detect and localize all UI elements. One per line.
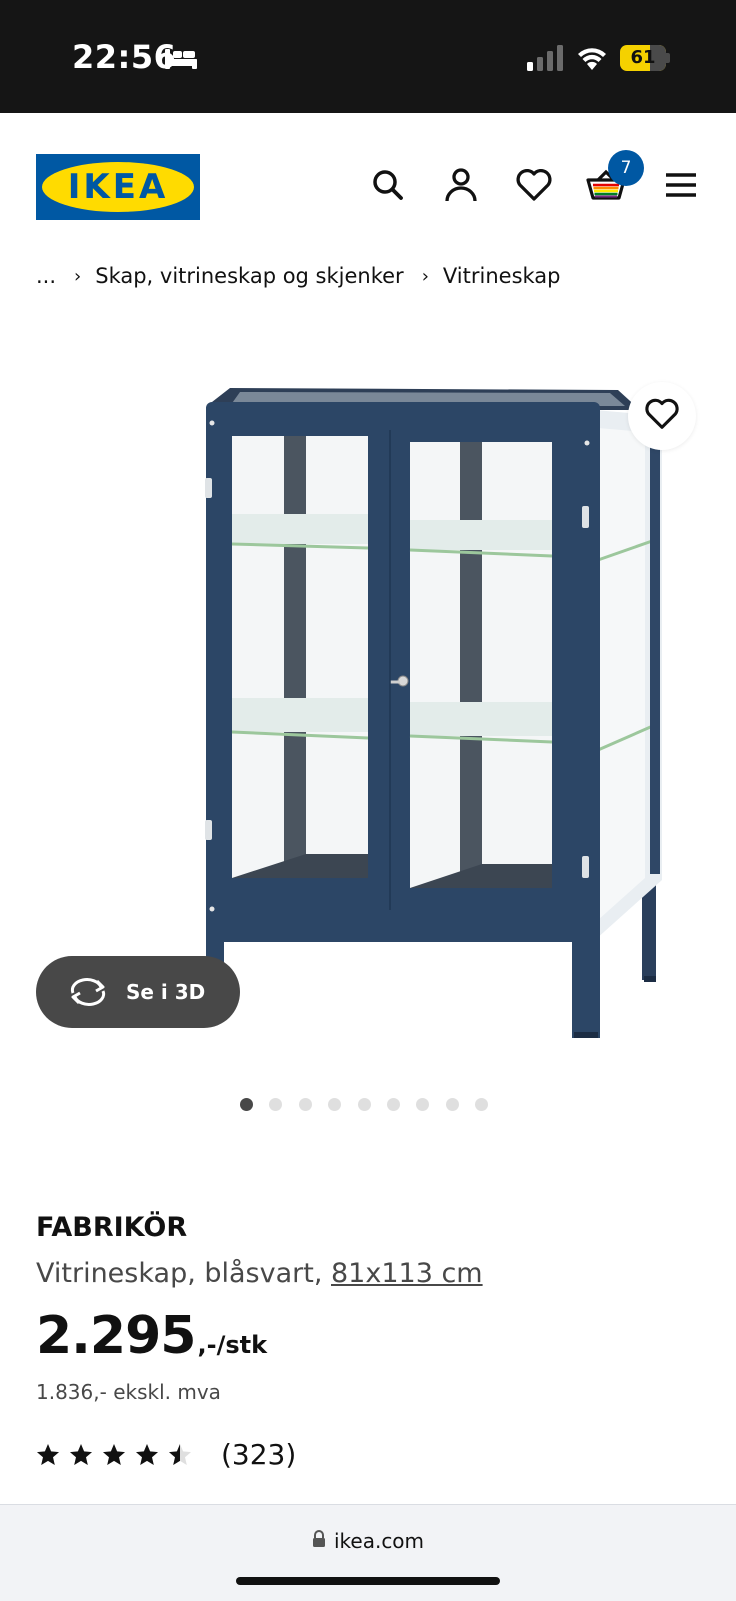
review-count: (323) bbox=[221, 1438, 297, 1471]
gallery-dot[interactable] bbox=[269, 1098, 283, 1111]
heart-icon[interactable] bbox=[514, 165, 554, 205]
breadcrumb: ... › Skap, vitrineskap og skjenker › Vi… bbox=[36, 264, 561, 288]
star-icon bbox=[37, 1443, 59, 1465]
bed-icon bbox=[164, 45, 198, 75]
chevron-right-icon: › bbox=[74, 265, 82, 287]
product-type: Vitrineskap, blåsvart, bbox=[36, 1258, 331, 1289]
product-description: Vitrineskap, blåsvart, 81x113 cm bbox=[36, 1258, 483, 1289]
search-icon[interactable] bbox=[368, 165, 408, 205]
gallery-dot[interactable] bbox=[298, 1098, 312, 1111]
star-icon bbox=[136, 1443, 158, 1465]
product-name: FABRIKÖR bbox=[36, 1212, 188, 1243]
gallery-dot[interactable] bbox=[445, 1098, 459, 1111]
status-time: 22:56 bbox=[72, 38, 177, 76]
url-display: ikea.com bbox=[0, 1529, 736, 1553]
lock-icon bbox=[312, 1529, 326, 1553]
gallery-dot[interactable] bbox=[357, 1098, 371, 1111]
price-amount: 2.295 bbox=[36, 1306, 196, 1366]
gallery-dot[interactable] bbox=[328, 1098, 342, 1111]
signal-icon bbox=[526, 44, 564, 76]
browser-address-bar[interactable]: ikea.com bbox=[0, 1504, 736, 1601]
add-to-favourites-button[interactable] bbox=[628, 382, 696, 450]
battery-level: 61 bbox=[630, 47, 656, 68]
gallery-pagination bbox=[240, 1098, 505, 1111]
star-icon bbox=[103, 1443, 125, 1465]
rating-stars bbox=[36, 1443, 201, 1467]
menu-icon[interactable] bbox=[661, 165, 701, 205]
ikea-logo[interactable]: IKEA bbox=[36, 154, 200, 220]
cart-count-badge: 7 bbox=[608, 150, 644, 186]
heart-icon bbox=[643, 395, 681, 437]
star-icon bbox=[70, 1443, 92, 1465]
battery-icon: 61 bbox=[620, 45, 670, 71]
product-price: 2.295 ,-/stk bbox=[36, 1306, 267, 1366]
gallery-dot[interactable] bbox=[475, 1098, 489, 1111]
url-text: ikea.com bbox=[333, 1529, 425, 1553]
breadcrumb-ellipsis[interactable]: ... bbox=[36, 264, 56, 288]
gallery-dot[interactable] bbox=[240, 1098, 253, 1111]
see-in-3d-button[interactable]: Se i 3D bbox=[36, 956, 240, 1028]
breadcrumb-item-display-cabinets[interactable]: Vitrineskap bbox=[443, 264, 561, 288]
product-image[interactable] bbox=[200, 380, 680, 1060]
home-indicator[interactable] bbox=[236, 1577, 500, 1585]
breadcrumb-item-cabinets[interactable]: Skap, vitrineskap og skjenker bbox=[95, 264, 403, 288]
status-bar: 22:56 61 bbox=[0, 0, 736, 113]
price-suffix: ,-/stk bbox=[197, 1331, 268, 1359]
gallery-dot[interactable] bbox=[416, 1098, 430, 1111]
product-rating[interactable]: (323) bbox=[36, 1438, 296, 1471]
user-icon[interactable] bbox=[441, 165, 481, 205]
logo-wordmark: IKEA bbox=[67, 167, 169, 207]
chevron-right-icon: › bbox=[421, 265, 429, 287]
see-in-3d-label: Se i 3D bbox=[126, 980, 206, 1004]
star-icon bbox=[169, 1443, 191, 1465]
product-size-link[interactable]: 81x113 cm bbox=[331, 1258, 483, 1289]
price-ex-vat: 1.836,- ekskl. mva bbox=[36, 1380, 221, 1404]
rotate-3d-icon bbox=[68, 977, 108, 1007]
wifi-icon bbox=[576, 44, 608, 76]
gallery-dot[interactable] bbox=[386, 1098, 400, 1111]
